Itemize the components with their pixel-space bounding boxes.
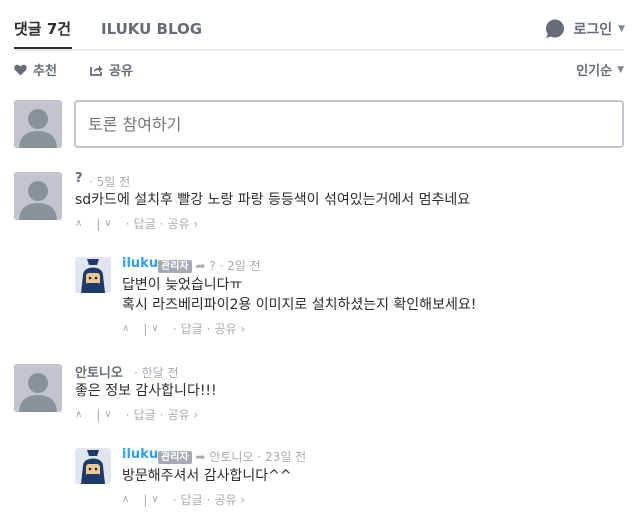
downvote-icon[interactable]: ∨ bbox=[104, 409, 111, 420]
tab-blog[interactable]: ILUKU BLOG bbox=[101, 20, 202, 38]
comment-body-line1: 답변이 늦었습니다ㅠ bbox=[122, 277, 243, 293]
chevron-down-icon: ▼ bbox=[618, 24, 625, 34]
comment-time: 한달 전 bbox=[141, 366, 179, 380]
comment-footer: ∧ | ∨ · 답글 · 공유 › bbox=[75, 406, 199, 423]
default-avatar-icon bbox=[14, 364, 62, 412]
upvote-icon[interactable]: ∧ bbox=[122, 323, 129, 334]
recommend-button[interactable]: 추천 bbox=[14, 60, 57, 79]
comment-author[interactable]: iluku bbox=[122, 256, 158, 271]
avatar[interactable] bbox=[14, 364, 62, 412]
comment-author[interactable]: ? bbox=[75, 171, 83, 186]
action-bar: 추천 공유 인기순 ▼ bbox=[14, 60, 624, 80]
admin-badge: 관리자 bbox=[158, 451, 192, 464]
nav-divider bbox=[14, 49, 624, 51]
tab-comments[interactable]: 댓글 7건 bbox=[14, 20, 71, 38]
share-link[interactable]: 공유 › bbox=[167, 215, 198, 232]
reply-link[interactable]: 답글 bbox=[181, 491, 203, 508]
login-label: 로그인 bbox=[573, 22, 613, 38]
comment-footer: ∧ | ∨ · 답글 · 공유 › bbox=[122, 320, 246, 337]
reply-arrow-icon: ➦ bbox=[195, 450, 206, 464]
comment-footer: ∧ | ∨ · 답글 · 공유 › bbox=[75, 215, 199, 232]
comment-author[interactable]: iluku bbox=[122, 447, 158, 462]
default-avatar-icon bbox=[14, 172, 62, 220]
reply-arrow-icon: ➦ bbox=[195, 259, 206, 273]
comment-timestamp[interactable]: · 한달 전 bbox=[134, 364, 179, 381]
comment-meta: 관리자 ➦ 안토니오 · 23일 전 bbox=[158, 448, 306, 465]
login-button[interactable]: 로그인 ▼ bbox=[545, 19, 625, 39]
default-avatar-icon bbox=[14, 100, 62, 148]
reply-link[interactable]: 답글 bbox=[181, 320, 203, 337]
comment-body: sd카드에 설치후 빨강 노랑 파랑 등등색이 섞여있는거에서 멈추네요 bbox=[75, 192, 471, 208]
share-link[interactable]: 공유 › bbox=[214, 320, 245, 337]
reply-to-author[interactable]: ? bbox=[209, 259, 215, 273]
share-link[interactable]: 공유 › bbox=[167, 406, 198, 423]
downvote-icon[interactable]: ∨ bbox=[151, 494, 158, 505]
share-label: 공유 bbox=[109, 64, 133, 79]
reply-to-author[interactable]: 안토니오 bbox=[209, 450, 253, 464]
comment-body-line2: 혹시 라즈베리파이2용 이미지로 설치하셨는지 확인해보세요! bbox=[122, 297, 477, 313]
ninja-avatar-icon bbox=[75, 448, 111, 484]
admin-badge: 관리자 bbox=[158, 260, 192, 273]
comment-body: 좋은 정보 감사합니다!!! bbox=[75, 383, 217, 399]
chevron-down-icon: ▼ bbox=[617, 64, 624, 75]
upvote-icon[interactable]: ∧ bbox=[122, 494, 129, 505]
ninja-avatar-icon bbox=[75, 257, 111, 293]
comment-footer: ∧ | ∨ · 답글 · 공유 › bbox=[122, 491, 246, 508]
comment-time: 5일 전 bbox=[96, 175, 131, 189]
chat-bubble-icon bbox=[546, 19, 565, 38]
reply-link[interactable]: 답글 bbox=[134, 215, 156, 232]
avatar[interactable] bbox=[14, 172, 62, 220]
downvote-icon[interactable]: ∨ bbox=[104, 218, 111, 229]
share-link[interactable]: 공유 › bbox=[214, 491, 245, 508]
share-button[interactable]: 공유 bbox=[90, 60, 133, 79]
upvote-icon[interactable]: ∧ bbox=[75, 409, 82, 420]
comment-time[interactable]: 23일 전 bbox=[265, 450, 306, 464]
comment-timestamp[interactable]: · 5일 전 bbox=[89, 173, 130, 190]
comment-author[interactable]: 안토니오 bbox=[75, 362, 123, 381]
upvote-icon[interactable]: ∧ bbox=[75, 218, 82, 229]
comment-time[interactable]: 2일 전 bbox=[227, 259, 261, 273]
comment-body: 방문해주셔서 감사합니다^^ bbox=[122, 468, 292, 484]
reply-link[interactable]: 답글 bbox=[134, 406, 156, 423]
sort-label: 인기순 bbox=[576, 64, 613, 79]
comment-input[interactable] bbox=[74, 100, 624, 148]
top-nav: 댓글 7건 ILUKU BLOG 로그인 ▼ bbox=[0, 0, 637, 51]
admin-avatar[interactable] bbox=[75, 257, 111, 293]
sort-dropdown[interactable]: 인기순 ▼ bbox=[576, 60, 624, 79]
downvote-icon[interactable]: ∨ bbox=[151, 323, 158, 334]
comment-meta: 관리자 ➦ ? · 2일 전 bbox=[158, 257, 261, 274]
recommend-label: 추천 bbox=[33, 64, 57, 79]
heart-icon bbox=[14, 64, 27, 75]
admin-avatar[interactable] bbox=[75, 448, 111, 484]
user-avatar bbox=[14, 100, 62, 148]
share-icon bbox=[90, 65, 103, 76]
